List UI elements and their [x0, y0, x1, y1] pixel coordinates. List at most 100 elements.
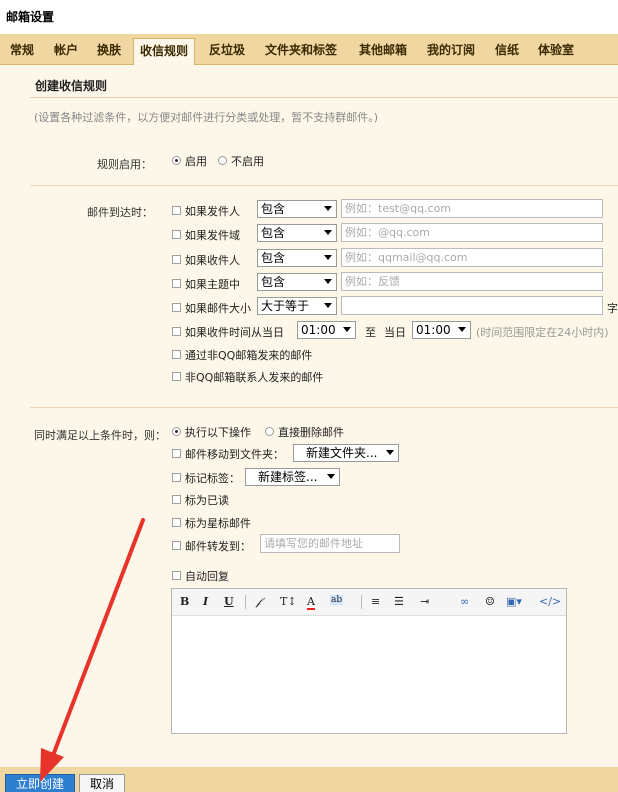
chevron-down-icon	[343, 327, 351, 332]
time-day-label: 当日	[384, 326, 406, 339]
recipient-operator-select[interactable]: 包含	[257, 249, 337, 267]
divider	[30, 407, 618, 408]
image-icon[interactable]: ▣▾	[506, 595, 522, 608]
font-size-icon[interactable]: T↕	[280, 595, 297, 608]
conditions-label: 邮件到达时：	[87, 206, 153, 219]
window-title: 邮箱设置	[6, 10, 55, 24]
settings-tabs: 常规 帐户 换肤 收信规则 反垃圾 文件夹和标签 其他邮箱 我的订阅 信纸 体验…	[0, 34, 618, 66]
source-icon[interactable]: </>	[539, 595, 561, 608]
tab-my-subscriptions[interactable]: 我的订阅	[421, 38, 481, 65]
rule-form-panel: 创建收信规则 (设置各种过滤条件，以方便对邮件进行分类或处理，暂不支持群邮件。)…	[0, 65, 618, 767]
sender-domain-operator-select[interactable]: 包含	[257, 224, 337, 242]
divider	[30, 185, 618, 186]
size-input[interactable]	[341, 296, 603, 315]
tag-checkbox[interactable]	[172, 473, 181, 482]
move-folder-checkbox[interactable]	[172, 449, 181, 458]
forward-checkbox[interactable]	[172, 541, 181, 550]
font-icon[interactable]: 𝒻	[256, 595, 261, 609]
execute-actions-radio[interactable]	[172, 427, 181, 436]
disable-radio[interactable]	[218, 156, 227, 165]
chevron-down-icon	[324, 255, 332, 260]
description: (设置各种过滤条件，以方便对邮件进行分类或处理，暂不支持群邮件。)	[34, 111, 379, 124]
tab-lab[interactable]: 体验室	[532, 38, 580, 65]
time-label: 如果收件时间从当日	[185, 326, 284, 339]
mark-star-checkbox[interactable]	[172, 518, 181, 527]
time-from-select[interactable]: 01:00	[297, 321, 356, 339]
subject-input[interactable]: 例如：反馈	[341, 272, 603, 291]
tab-skin[interactable]: 换肤	[91, 38, 127, 65]
mark-read-label: 标为已读	[185, 494, 229, 507]
forward-address-input[interactable]: 请填写您的邮件地址	[260, 534, 400, 553]
time-range-note: (时间范围限定在24小时内)	[476, 326, 609, 339]
chevron-down-icon	[458, 327, 466, 332]
forward-label: 邮件转发到：	[185, 540, 251, 553]
tab-stationery[interactable]: 信纸	[489, 38, 525, 65]
link-icon[interactable]: ∞	[460, 595, 469, 608]
enable-radio[interactable]	[172, 156, 181, 165]
indent-icon[interactable]: ⇥	[420, 595, 429, 608]
sender-domain-input[interactable]: 例如：@qq.com	[341, 223, 603, 242]
background-color-icon[interactable]: ab	[330, 595, 344, 605]
tab-anti-spam[interactable]: 反垃圾	[203, 38, 251, 65]
subject-operator-select[interactable]: 包含	[257, 273, 337, 291]
time-checkbox[interactable]	[172, 327, 181, 336]
mark-read-checkbox[interactable]	[172, 495, 181, 504]
sender-input[interactable]: 例如：test@qq.com	[341, 199, 603, 218]
chevron-down-icon	[324, 303, 332, 308]
tab-receive-rules[interactable]: 收信规则	[133, 38, 196, 66]
sender-domain-label: 如果发件域	[185, 229, 240, 242]
mark-star-label: 标为星标邮件	[185, 517, 251, 530]
emoji-icon[interactable]: ☺	[485, 595, 495, 608]
underline-icon[interactable]: U	[224, 595, 234, 608]
list-icon[interactable]: ☰	[394, 595, 404, 608]
italic-icon[interactable]: I	[203, 595, 208, 608]
tab-folders-labels[interactable]: 文件夹和标签	[259, 38, 343, 65]
toolbar-separator	[245, 595, 246, 609]
sender-checkbox[interactable]	[172, 206, 181, 215]
non-qq-contact-checkbox[interactable]	[172, 372, 181, 381]
subject-checkbox[interactable]	[172, 279, 181, 288]
move-folder-label: 邮件移动到文件夹：	[185, 448, 284, 461]
tab-account[interactable]: 帐户	[48, 38, 84, 65]
sender-domain-checkbox[interactable]	[172, 230, 181, 239]
recipient-label: 如果收件人	[185, 254, 240, 267]
tag-select[interactable]: 新建标签...	[245, 468, 340, 486]
tag-label: 标记标签：	[185, 472, 240, 485]
chevron-down-icon	[324, 279, 332, 284]
section-title: 创建收信规则	[35, 79, 108, 93]
footer-bar: 立即创建 取消	[0, 767, 618, 792]
chevron-down-icon	[327, 474, 335, 479]
recipient-checkbox[interactable]	[172, 255, 181, 264]
auto-reply-label: 自动回复	[185, 570, 229, 583]
rule-enable-label: 规则启用：	[97, 158, 152, 171]
align-icon[interactable]: ≡	[371, 595, 380, 608]
recipient-input[interactable]: 例如：qqmail@qq.com	[341, 248, 603, 267]
auto-reply-checkbox[interactable]	[172, 571, 181, 580]
tab-other-mailboxes[interactable]: 其他邮箱	[353, 38, 413, 65]
sender-operator-select[interactable]: 包含	[257, 200, 337, 218]
font-color-icon[interactable]: A	[307, 595, 315, 610]
time-to-select[interactable]: 01:00	[412, 321, 471, 339]
actions-label: 同时满足以上条件时，则：	[34, 429, 166, 442]
delete-mail-label: 直接删除邮件	[278, 426, 344, 439]
bold-icon[interactable]: B	[180, 595, 189, 608]
size-unit: 字	[607, 302, 618, 315]
tab-general[interactable]: 常规	[4, 38, 40, 65]
create-button[interactable]: 立即创建	[5, 774, 75, 792]
time-to-label: 至	[365, 326, 376, 339]
auto-reply-editor[interactable]: B I U 𝒻 T↕ A ab ≡ ☰ ⇥ ∞ ☺ ▣▾ </>	[171, 588, 567, 734]
size-checkbox[interactable]	[172, 303, 181, 312]
non-qq-mail-checkbox[interactable]	[172, 350, 181, 359]
move-folder-select[interactable]: 新建文件夹...	[293, 444, 399, 462]
disable-radio-label: 不启用	[231, 155, 264, 168]
sender-label: 如果发件人	[185, 205, 240, 218]
non-qq-mail-label: 通过非QQ邮箱发来的邮件	[185, 349, 313, 362]
section-divider	[30, 97, 618, 98]
non-qq-contact-label: 非QQ邮箱联系人发来的邮件	[185, 371, 324, 384]
size-operator-select[interactable]: 大于等于	[257, 297, 337, 315]
toolbar-separator	[361, 595, 362, 609]
execute-actions-label: 执行以下操作	[185, 426, 251, 439]
delete-mail-radio[interactable]	[265, 427, 274, 436]
cancel-button[interactable]: 取消	[79, 774, 125, 792]
title-bar: 邮箱设置	[0, 0, 618, 34]
